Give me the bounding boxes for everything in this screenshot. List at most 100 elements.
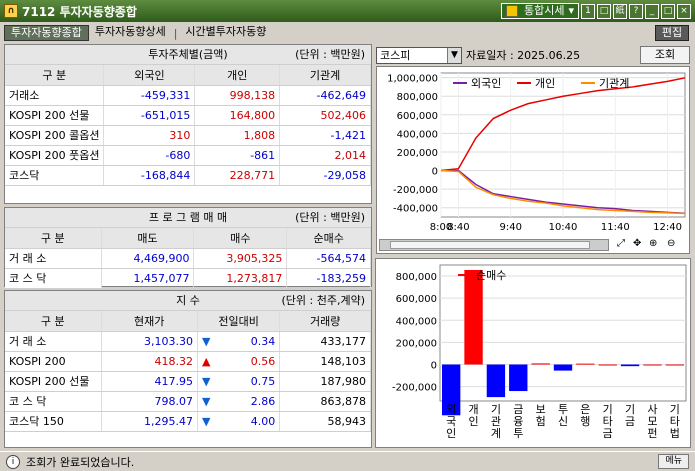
- change-cell: ▲ 0.56: [197, 351, 281, 372]
- cell: 164,800: [194, 105, 281, 126]
- cell: 3,905,325: [193, 248, 288, 269]
- change-value: 0.34: [250, 334, 276, 348]
- table-row[interactable]: 거 래 소 3,103.30 ▼ 0.34 433,177: [5, 331, 371, 352]
- program-header: 매도: [101, 228, 195, 249]
- volume-cell: 58,943: [279, 411, 371, 432]
- cell: 228,771: [194, 165, 281, 186]
- cell: 4,469,900: [101, 248, 195, 269]
- program-table: 구 분 매도 매수 순매수 거 래 소 4,469,900 3,905,325 -56…: [5, 228, 371, 289]
- chart-controls: 코스피 ▼ 자료일자 : 2025.06.25 조회: [376, 45, 690, 65]
- table-row[interactable]: KOSPI 200 선물 -651,015 164,800 502,406: [5, 105, 371, 126]
- window-btn-2[interactable]: □: [597, 3, 611, 19]
- table-row[interactable]: KOSPI 200 콜옵션 310 1,808 -1,421: [5, 125, 371, 146]
- price-cell: 3,103.30: [101, 331, 198, 352]
- market-select[interactable]: 코스피 ▼: [376, 46, 462, 64]
- help-button[interactable]: ?: [629, 3, 643, 19]
- cell: 2,014: [279, 145, 371, 166]
- investor-title: 투자주체별(금액): [148, 48, 228, 61]
- program-unit: (단위 : 백만원): [295, 211, 365, 224]
- program-header: 순매수: [286, 228, 371, 249]
- table-row[interactable]: 코스닥 -168,844 228,771 -29,058: [5, 165, 371, 186]
- window-btn-1[interactable]: 1: [581, 3, 595, 19]
- price-cell: 418.32: [101, 351, 198, 372]
- pan-icon[interactable]: ✥: [633, 238, 641, 249]
- tab-bar: 투자자동향종합 투자자동향상세 | 시간별투자자동향: [0, 24, 695, 42]
- scroll-thumb[interactable]: [390, 241, 590, 249]
- edit-button[interactable]: 편집: [655, 25, 689, 41]
- row-label: 거 래 소: [5, 331, 102, 352]
- integrated-quote-combo[interactable]: 통합시세 ▾: [500, 3, 579, 19]
- status-message: 조회가 완료되었습니다.: [26, 455, 135, 469]
- zoom-in-icon[interactable]: ⊕: [649, 238, 657, 249]
- bar-chart: 800,000600,000400,000200,0000-200,000외국인…: [392, 264, 687, 440]
- table-row[interactable]: 거래소 -459,331 998,138 -462,649: [5, 85, 371, 106]
- x-tick-label: 펀: [647, 427, 657, 440]
- investor-unit: (단위 : 백만원): [295, 48, 365, 61]
- tab-investor-summary[interactable]: 투자자동향종합: [4, 25, 89, 41]
- query-button[interactable]: 조회: [640, 46, 690, 64]
- cell: -29,058: [279, 165, 371, 186]
- index-section-title: 지 수 (단위 : 천주,계약): [5, 291, 371, 311]
- table-row[interactable]: 코 스 닥 1,457,077 1,273,817 -183,259: [5, 268, 371, 289]
- table-row[interactable]: 거 래 소 4,469,900 3,905,325 -564,574: [5, 248, 371, 269]
- window-btn-3[interactable]: 紙: [613, 3, 627, 19]
- bar: [509, 364, 528, 392]
- change-cell: ▼ 0.75: [197, 371, 281, 392]
- program-title: 프 로 그 램 매 매: [148, 211, 228, 224]
- zoom-out-icon[interactable]: ⊖: [667, 238, 675, 249]
- tab-hourly-investor[interactable]: 시간별투자자동향: [179, 25, 272, 41]
- table-row[interactable]: KOSPI 200 풋옵션 -680 -861 2,014: [5, 145, 371, 166]
- x-tick-label: 10:40: [549, 222, 578, 233]
- index-panel: 지 수 (단위 : 천주,계약) 구 분 현재가 전일대비 거래량 거 래 소 3,…: [4, 290, 372, 448]
- price-cell: 798.07: [101, 391, 198, 412]
- price-cell: 417.95: [101, 371, 198, 392]
- up-triangle-icon: ▲: [201, 354, 211, 368]
- y-tick-label: 600,000: [396, 294, 437, 305]
- expand-icon[interactable]: ⤢: [617, 238, 625, 249]
- cell: 1,808: [194, 125, 281, 146]
- program-header: 매수: [193, 228, 288, 249]
- tab-separator: |: [173, 26, 178, 40]
- tab-investor-detail[interactable]: 투자자동향상세: [89, 25, 172, 41]
- index-unit: (단위 : 천주,계약): [281, 294, 366, 307]
- menu-button[interactable]: 메뉴: [658, 454, 689, 469]
- table-row[interactable]: 코 스 닥 798.07 ▼ 2.86 863,878: [5, 391, 371, 412]
- row-label: KOSPI 200 선물: [5, 371, 102, 392]
- table-row[interactable]: KOSPI 200 418.32 ▲ 0.56 148,103: [5, 351, 371, 372]
- cell: -168,844: [103, 165, 196, 186]
- down-triangle-icon: ▼: [201, 414, 211, 428]
- cell: -183,259: [286, 268, 371, 289]
- investor-table: 구 분 외국인 개인 기관계 거래소 -459,331 998,138 -462,64…: [5, 65, 371, 186]
- change-cell: ▼ 4.00: [197, 411, 281, 432]
- row-label: KOSPI 200: [5, 351, 102, 372]
- change-value: 4.00: [250, 414, 276, 428]
- cell: 310: [103, 125, 196, 146]
- maximize-button[interactable]: □: [661, 3, 675, 19]
- chart-scrollbar[interactable]: [379, 239, 609, 251]
- bar: [576, 363, 595, 365]
- change-value: 0.56: [250, 354, 276, 368]
- legend-label: 순매수: [476, 269, 506, 282]
- change-value: 2.86: [250, 394, 276, 408]
- y-tick-label: 0: [432, 167, 438, 178]
- window-title: 7112 투자자동향종합: [22, 4, 137, 19]
- volume-cell: 863,878: [279, 391, 371, 412]
- row-label: 코스닥: [5, 165, 105, 186]
- bar: [553, 364, 573, 371]
- change-cell: ▼ 0.34: [197, 331, 281, 352]
- y-tick-label: -200,000: [393, 185, 438, 196]
- x-tick-label: 11:40: [601, 222, 630, 233]
- investor-header: 기관계: [279, 65, 371, 86]
- x-tick-label: 인: [468, 415, 478, 428]
- investor-header: 외국인: [103, 65, 196, 86]
- line-chart: 1,000,000 800,000 600,000 400,000 200,000 0 -2…: [387, 72, 686, 233]
- close-button[interactable]: ×: [677, 3, 691, 19]
- table-row[interactable]: KOSPI 200 선물 417.95 ▼ 0.75 187,980: [5, 371, 371, 392]
- minimize-button[interactable]: _: [645, 3, 659, 19]
- x-tick-label: 행: [580, 415, 590, 428]
- row-label: KOSPI 200 선물: [5, 105, 105, 126]
- table-row[interactable]: 코스닥 150 1,295.47 ▼ 4.00 58,943: [5, 411, 371, 432]
- x-tick-label: 8:40: [447, 222, 469, 233]
- legend-label: 기관계: [599, 77, 629, 90]
- cell: -462,649: [279, 85, 371, 106]
